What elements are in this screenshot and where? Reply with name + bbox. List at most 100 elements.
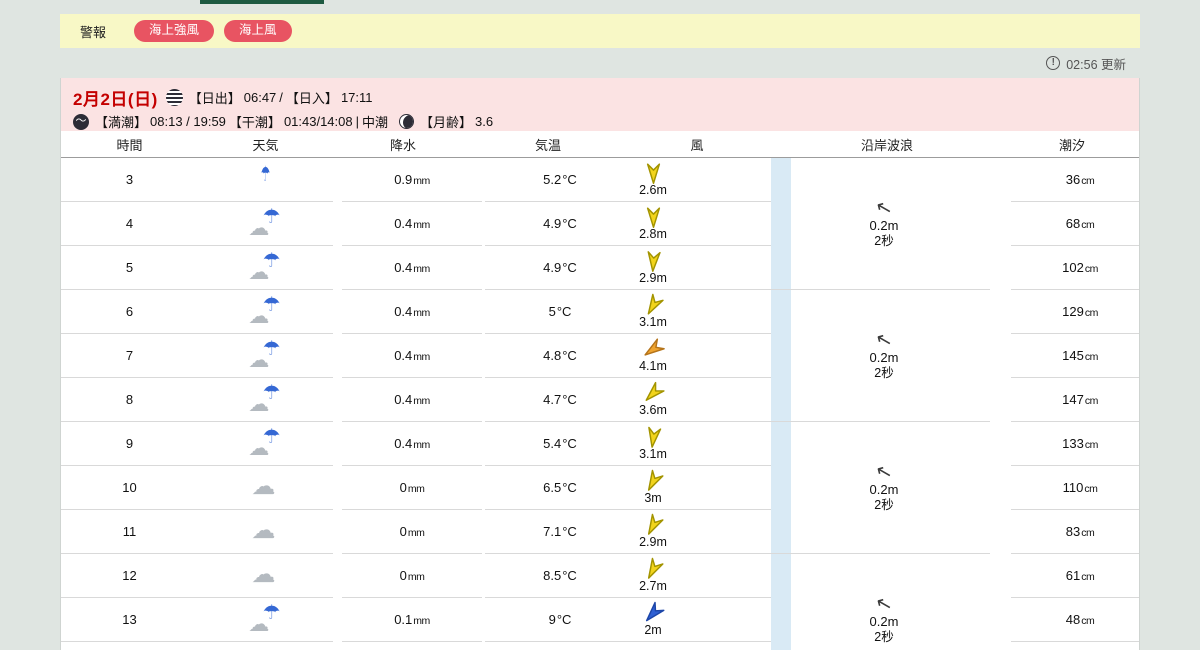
wind-speed-unit: m: [656, 315, 666, 329]
precip-unit: mm: [413, 305, 430, 319]
tide-unit: cm: [1085, 261, 1098, 275]
wind-block: 2.9m: [629, 514, 677, 549]
precip-cell: 0mm: [342, 510, 482, 554]
precip-cell: 0.4mm: [342, 202, 482, 246]
time-cell: 11: [61, 510, 198, 554]
temp-unit: °C: [562, 348, 577, 363]
wind-direction-arrow: [646, 162, 661, 184]
precip-cell: 0.9mm: [342, 158, 482, 202]
weather-icon-rain-cloud: ☁☂: [248, 385, 284, 415]
umbrella-icon: ☂: [263, 295, 281, 315]
col-header-wave: 沿岸波浪: [771, 131, 1003, 157]
tide-type: 中潮: [362, 112, 388, 131]
tide-cell: 61cm: [1011, 554, 1140, 598]
temp-cell: 5.4°C: [485, 422, 635, 466]
tide-value: 145: [1062, 348, 1084, 363]
weather-icon-rain-cloud: ☁☂: [248, 209, 284, 239]
sun-separator: /: [279, 90, 283, 105]
col-header-time: 時間: [61, 131, 198, 157]
wind-cell: 3m: [623, 466, 771, 510]
temp-cell: 4.9°C: [485, 202, 635, 246]
temp-unit: °C: [562, 568, 577, 583]
weather-cell: ☁: [198, 510, 333, 554]
hour-value: 9: [126, 436, 133, 451]
wind-block: 2.8m: [629, 206, 677, 241]
precip-unit: mm: [413, 173, 430, 187]
time-cell: 3: [61, 158, 198, 202]
weather-icon-rain-cloud: ☁☂: [248, 297, 284, 327]
wave-height: 0.2m: [870, 483, 899, 498]
sunrise-time: 06:47: [244, 90, 277, 105]
wind-speed: 2.6m: [639, 183, 667, 197]
sunrise-label: 【日出】: [189, 88, 241, 107]
wave-period: 2秒: [874, 366, 893, 380]
time-cell: 4: [61, 202, 198, 246]
tide-cell: 147cm: [1011, 378, 1140, 422]
wave-period: 2秒: [874, 630, 893, 644]
warning-badge-gale[interactable]: 海上強風: [134, 20, 214, 42]
temp-value: 5.2: [543, 172, 561, 187]
temp-cell: 8.5°C: [485, 554, 635, 598]
wind-block: 2.9m: [629, 250, 677, 285]
temp-value: 5.4: [543, 436, 561, 451]
tide-value: 102: [1062, 260, 1084, 275]
wind-block: 3.1m: [629, 294, 677, 329]
wind-speed-value: 2.6: [639, 183, 656, 197]
weather-icon-rain-cloud: ☁☂: [248, 341, 284, 371]
warning-badge-wind[interactable]: 海上風: [224, 20, 292, 42]
weather-icon-rain-cloud: ☁☂: [248, 429, 284, 459]
umbrella-icon: ☂: [263, 383, 281, 403]
temp-unit: °C: [557, 304, 572, 319]
wind-speed-value: 2.8: [639, 227, 656, 241]
tide-unit: cm: [1081, 613, 1094, 627]
date-title: 2月2日(日): [73, 85, 158, 110]
tide-unit: cm: [1085, 349, 1098, 363]
wave-period: 2秒: [874, 498, 893, 512]
wave-height: 0.2m: [870, 351, 899, 366]
precip-unit: mm: [413, 349, 430, 363]
table-header: 時間 天気 降水 気温 風 沿岸波浪 潮汐: [61, 131, 1139, 158]
temp-cell: 5.2°C: [485, 158, 635, 202]
precip-cell: 0mm: [342, 554, 482, 598]
wind-direction-arrow: [640, 337, 667, 362]
warning-bar: 警報 海上強風 海上風: [60, 14, 1140, 48]
umbrella-icon: ☂: [263, 339, 281, 359]
tide-unit: cm: [1084, 481, 1097, 495]
precip-cell: 0.4mm: [342, 246, 482, 290]
precip-unit: mm: [413, 613, 430, 627]
weather-cell: ☁☂: [198, 378, 333, 422]
wind-speed-unit: m: [656, 447, 666, 461]
wind-speed: 2.8m: [639, 227, 667, 241]
temp-value: 9: [549, 612, 556, 627]
tide-cell: 102cm: [1011, 246, 1140, 290]
moon-age-value: 3.6: [475, 114, 493, 129]
wind-speed-unit: m: [656, 271, 666, 285]
wind-cell: 3.6m: [623, 378, 771, 422]
temp-cell: 4.7°C: [485, 378, 635, 422]
coastal-wave-cell: ↖0.2m2秒: [778, 158, 990, 290]
wind-speed: 3.6m: [639, 403, 667, 417]
moon-phase-icon: [399, 114, 414, 129]
temp-unit: °C: [562, 216, 577, 231]
wave-direction-arrow: ↖: [874, 197, 894, 219]
weather-page: 警報 海上強風 海上風 ! 02:56 更新 2月2日(日) 【日出】 06:4…: [0, 0, 1200, 650]
hour-value: 7: [126, 348, 133, 363]
precip-cell: 0.4mm: [342, 422, 482, 466]
col-header-wind: 風: [623, 131, 771, 157]
wind-cell: 2.9m: [623, 510, 771, 554]
cloud-icon: ☁: [252, 519, 276, 543]
temp-unit: °C: [562, 392, 577, 407]
wind-speed: 2m: [644, 623, 661, 637]
precip-value: 0.4: [394, 348, 412, 363]
coastal-wave-cell: ↖0.2m2秒: [778, 554, 990, 650]
wind-cell: 2.8m: [623, 202, 771, 246]
temp-unit: °C: [562, 480, 577, 495]
weather-icon-rain-cloud: ☁☂: [248, 605, 284, 635]
wind-speed-value: 3.6: [639, 403, 656, 417]
hour-value: 10: [122, 480, 136, 495]
temp-value: 5: [549, 304, 556, 319]
wind-speed-unit: m: [656, 183, 666, 197]
closed-umbrella-icon: ☂: [260, 164, 269, 185]
coastal-wave-cell: ↖0.2m2秒: [778, 290, 990, 422]
wind-block: 3.1m: [629, 426, 677, 461]
